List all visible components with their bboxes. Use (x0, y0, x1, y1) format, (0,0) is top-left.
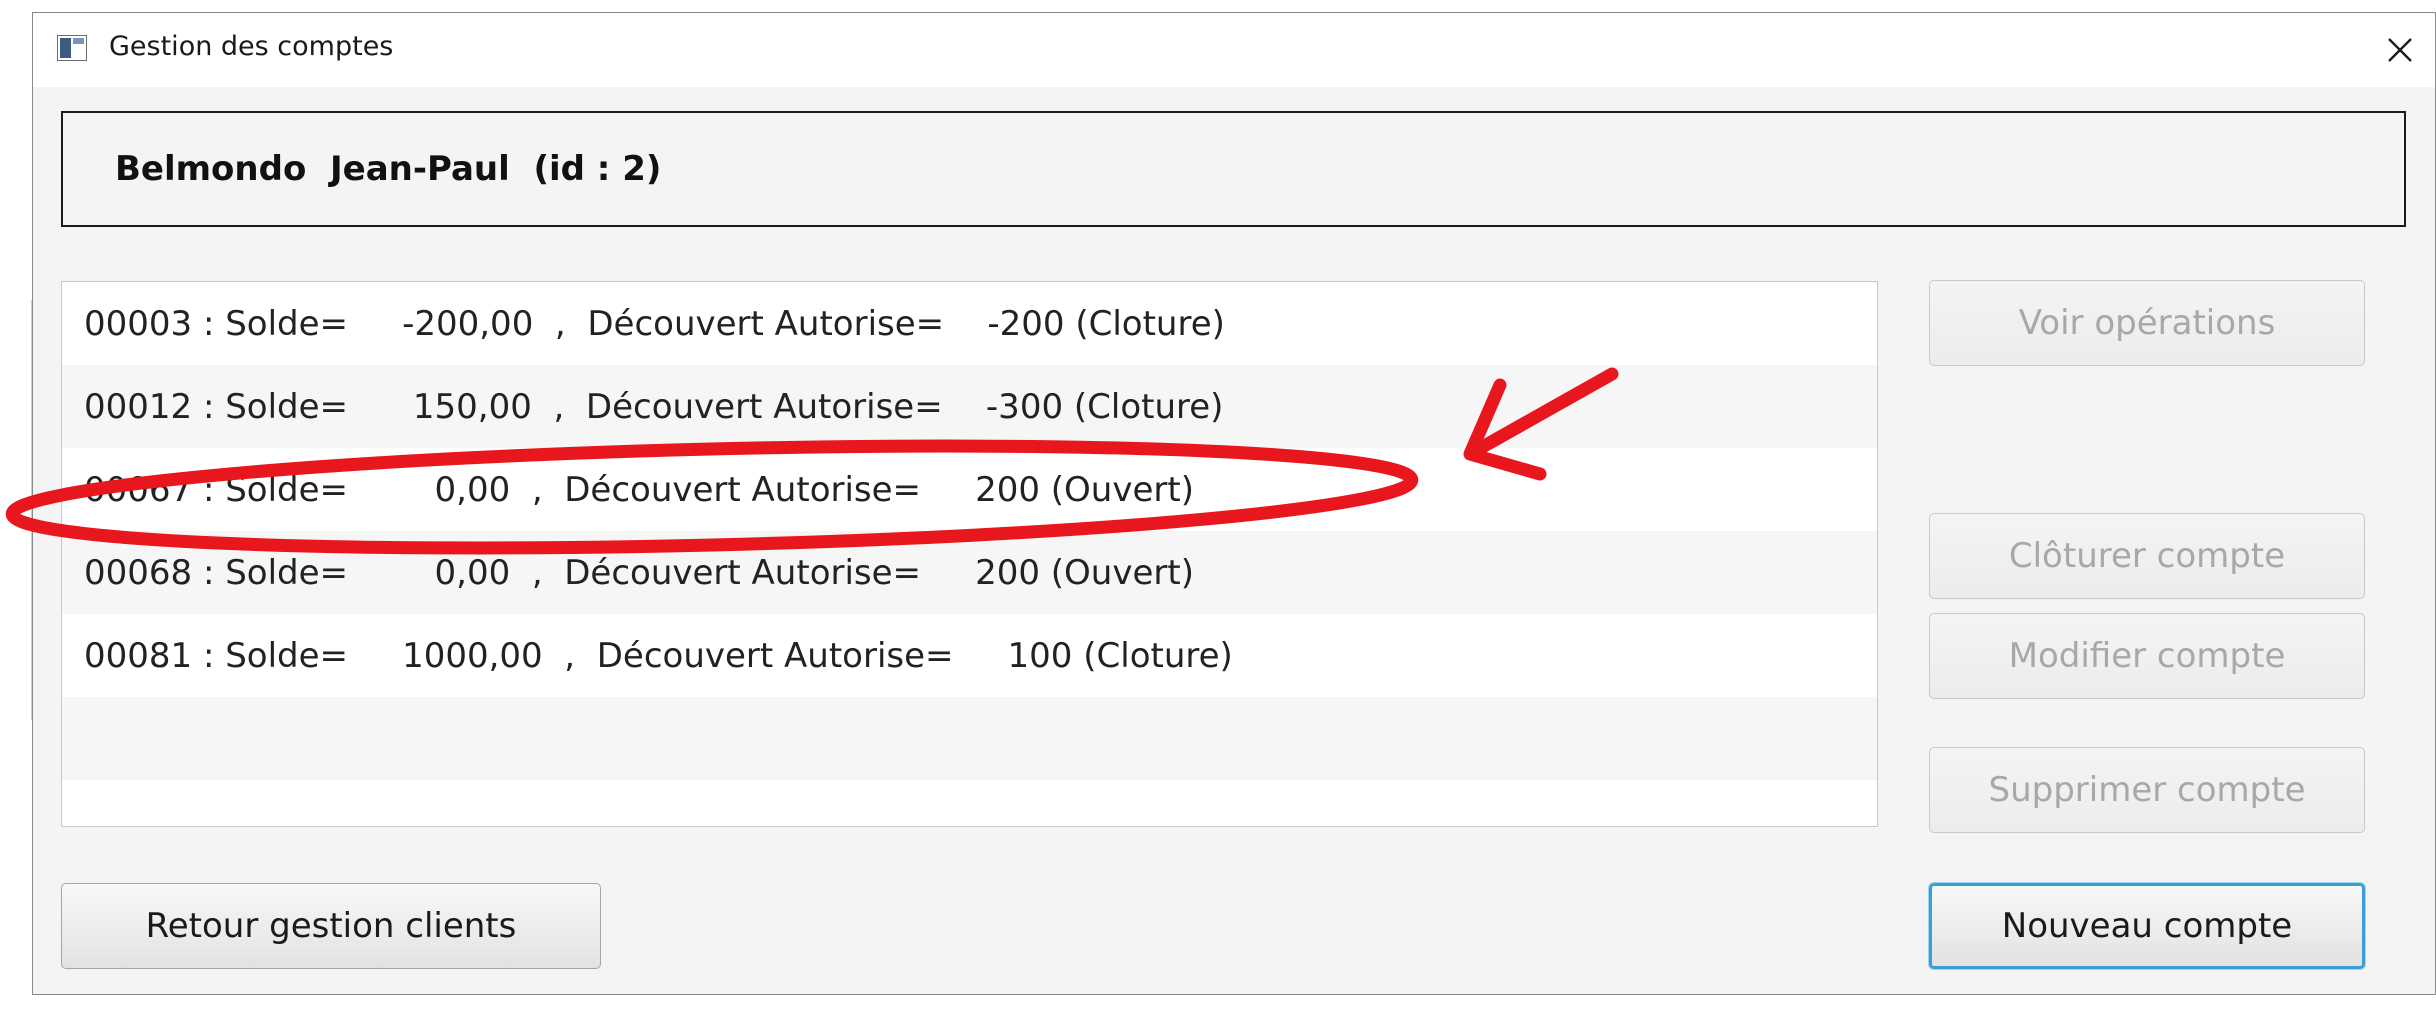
client-header: Belmondo Jean-Paul (id : 2) (61, 111, 2406, 227)
close-icon (2388, 38, 2412, 62)
list-item[interactable]: 00012 : Solde= 150,00 , Découvert Autori… (62, 365, 1877, 448)
title-bar: Gestion des comptes (33, 13, 2435, 87)
list-item[interactable]: 00068 : Solde= 0,00 , Découvert Autorise… (62, 531, 1877, 614)
client-name-label: Belmondo Jean-Paul (id : 2) (115, 149, 662, 189)
nouveau-compte-button[interactable]: Nouveau compte (1929, 883, 2365, 969)
close-button[interactable] (2365, 13, 2435, 87)
accounts-window: Gestion des comptes Belmondo Jean-Paul (… (32, 12, 2436, 995)
window-icon (57, 35, 87, 61)
cloturer-compte-button[interactable]: Clôturer compte (1929, 513, 2365, 599)
window-title: Gestion des comptes (109, 31, 394, 62)
modifier-compte-button[interactable]: Modifier compte (1929, 613, 2365, 699)
accounts-list[interactable]: 00003 : Solde= -200,00 , Découvert Autor… (61, 281, 1878, 827)
list-item[interactable]: 00081 : Solde= 1000,00 , Découvert Autor… (62, 614, 1877, 697)
supprimer-compte-button[interactable]: Supprimer compte (1929, 747, 2365, 833)
list-item[interactable]: 00003 : Solde= -200,00 , Découvert Autor… (62, 282, 1877, 365)
retour-gestion-clients-button[interactable]: Retour gestion clients (61, 883, 601, 969)
voir-operations-button[interactable]: Voir opérations (1929, 280, 2365, 366)
empty-list-row (62, 697, 1877, 780)
list-item[interactable]: 00067 : Solde= 0,00 , Découvert Autorise… (62, 448, 1877, 531)
